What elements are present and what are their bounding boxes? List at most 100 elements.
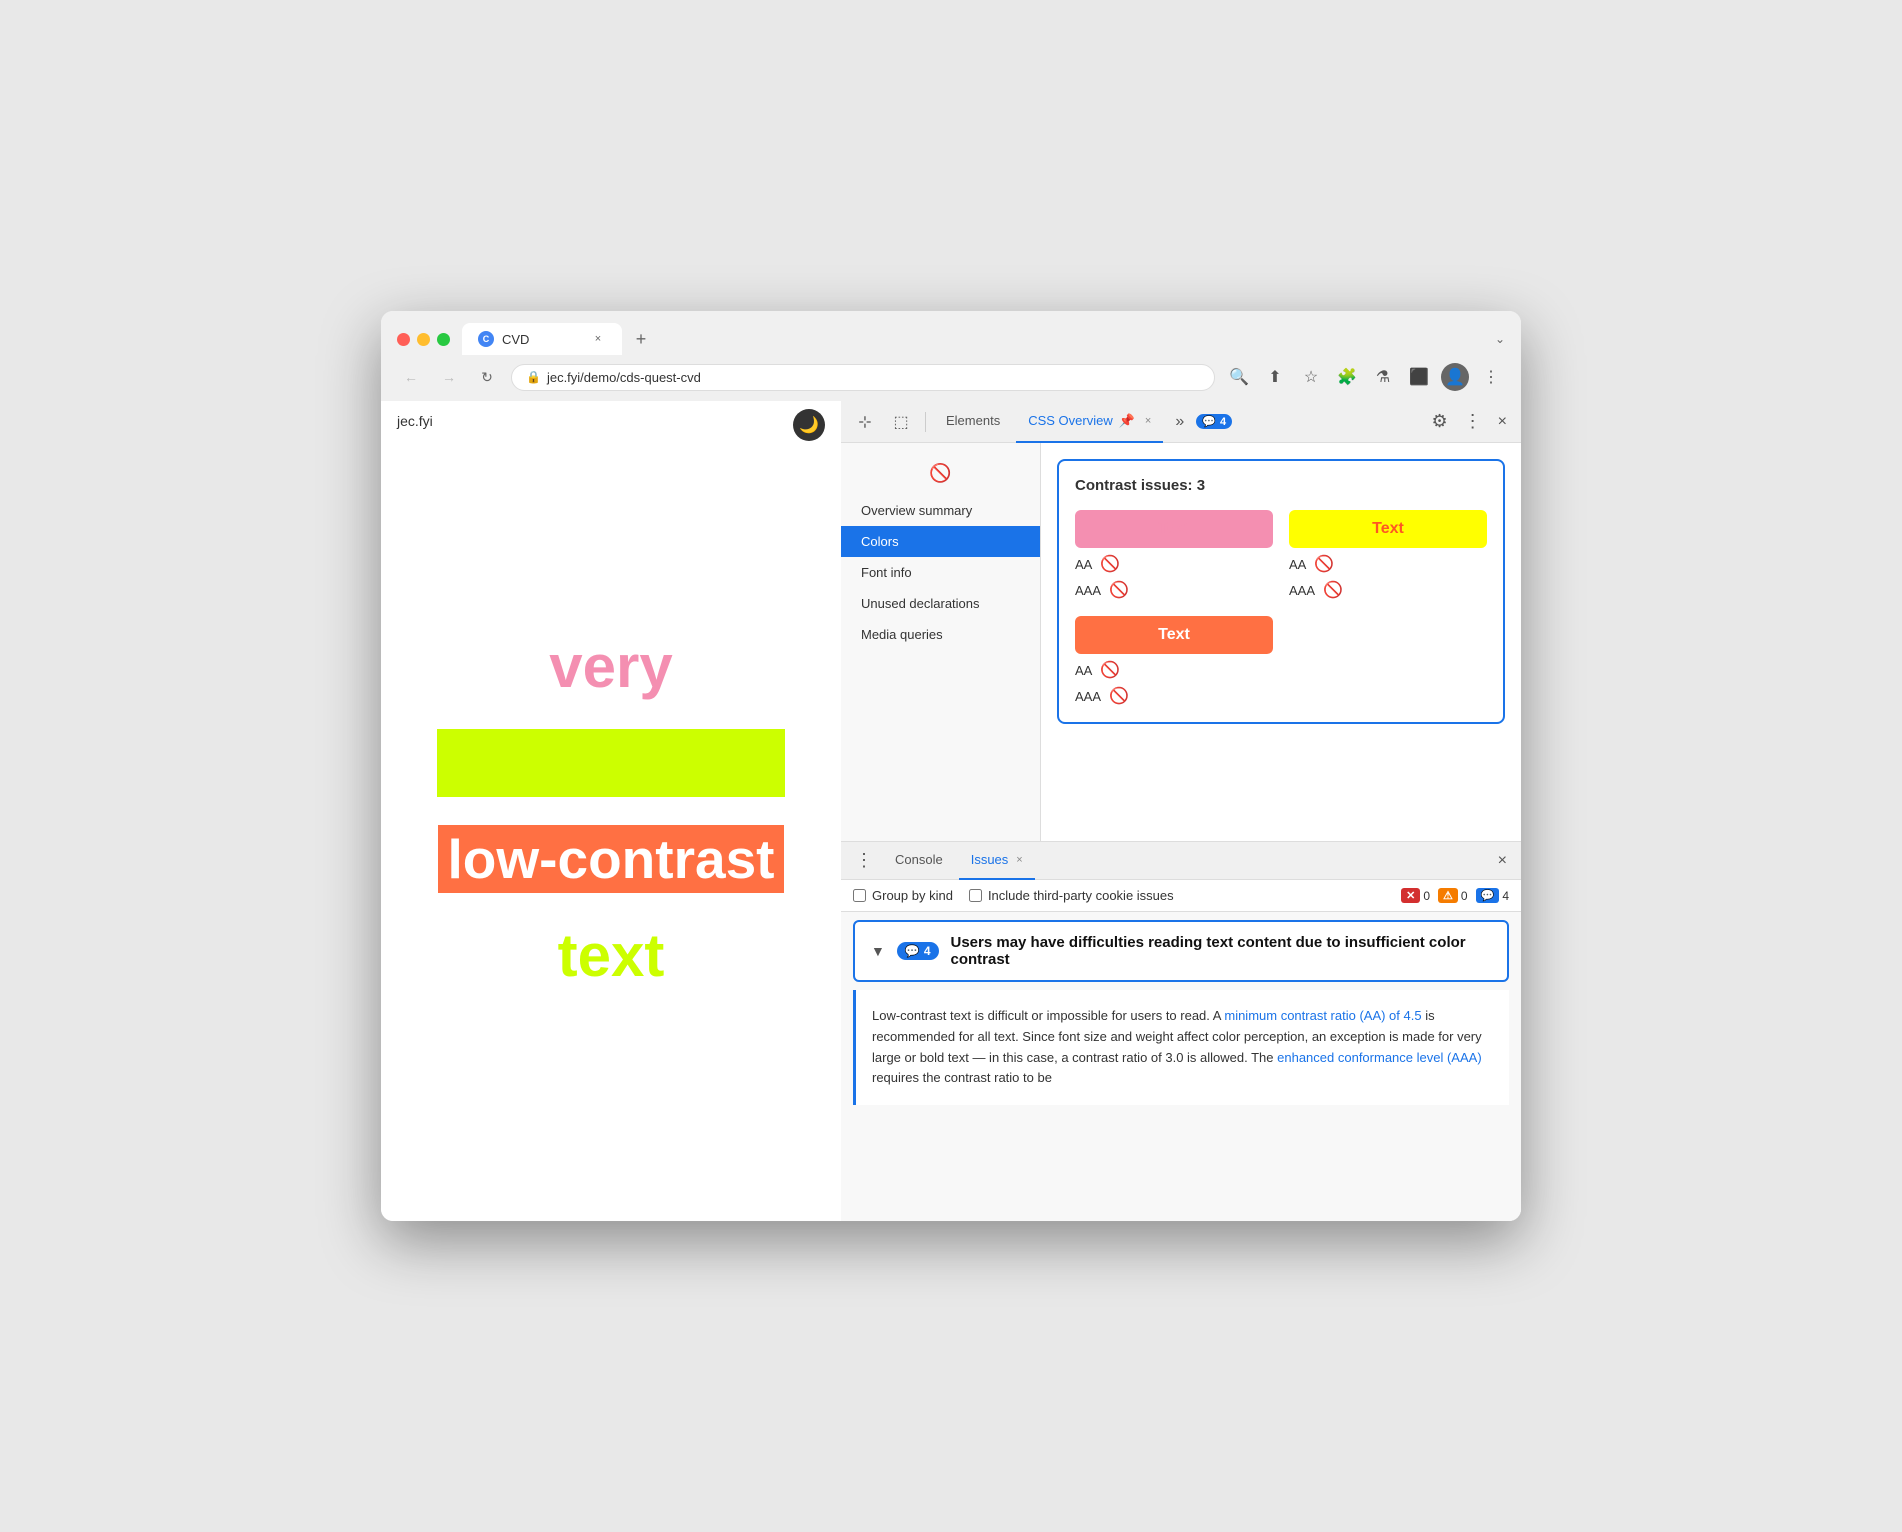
issues-counts: ✕ 0 ⚠ 0 💬 4 [1401,888,1509,903]
contrast-aa-row-orange: AA 🚫 [1075,660,1273,680]
aa-fail-icon-yellow: 🚫 [1314,554,1334,574]
dark-mode-button[interactable]: 🌙 [793,409,825,441]
title-bar: C CVD × + ⌄ [381,311,1521,355]
warning-badge-icon: ⚠ [1438,888,1458,903]
warning-count-badge: ⚠ 0 [1438,888,1468,903]
bottom-panel-close[interactable]: × [1492,852,1513,870]
bottom-toolbar: ⋮ Console Issues × × [841,842,1521,880]
devtools-toolbar: ⊹ ⬚ Elements CSS Overview 📌 × » 💬 4 ⚙ ⋮ [841,401,1521,443]
include-third-party-checkbox[interactable] [969,889,982,902]
browser-tab-cvd[interactable]: C CVD × [462,323,622,355]
contrast-button-orange[interactable]: Text [1075,616,1273,654]
devtools-panel: ⊹ ⬚ Elements CSS Overview 📌 × » 💬 4 ⚙ ⋮ [841,401,1521,1221]
devtools-close-button[interactable]: × [1492,413,1513,431]
sidebar-item-overview-summary[interactable]: Overview summary [841,495,1040,526]
demo-text-text: text [558,921,665,990]
demo-text-very: very [549,632,672,701]
devtools-settings-button[interactable]: ⚙ [1426,411,1454,432]
contrast-aaa-row-yellow: AAA 🚫 [1289,580,1487,600]
issues-filter-toolbar: Group by kind Include third-party cookie… [841,880,1521,912]
address-bar: ← → ↻ 🔒 jec.fyi/demo/cds-quest-cvd 🔍 ⬆ ☆… [381,355,1521,401]
refresh-button[interactable]: ↻ [473,363,501,391]
css-overview-close-button[interactable]: × [1145,415,1151,427]
devtools-more-button[interactable]: ⋮ [1458,411,1488,432]
issue-badge-count: 4 [924,944,931,958]
sidebar-item-colors[interactable]: Colors [841,526,1040,557]
tab-css-overview[interactable]: CSS Overview 📌 × [1016,401,1163,443]
contrast-item-pink: Text AA 🚫 AAA 🚫 [1075,510,1273,600]
extensions-button[interactable]: 🧩 [1333,363,1361,391]
tab-close-button[interactable]: × [590,331,606,347]
menu-button[interactable]: ⋮ [1477,363,1505,391]
aa-contrast-link[interactable]: minimum contrast ratio (AA) of 4.5 [1224,1008,1421,1023]
tab-favicon: C [478,331,494,347]
maximize-traffic-light[interactable] [437,333,450,346]
forward-button[interactable]: → [435,363,463,391]
split-view-button[interactable]: ⬛ [1405,363,1433,391]
group-by-kind-label[interactable]: Group by kind [853,888,953,903]
issue-card-header[interactable]: ▼ 💬 4 Users may have difficulties readin… [853,920,1509,982]
labs-button[interactable]: ⚗ [1369,363,1397,391]
demo-text-lowcontrast: low-contrast [438,825,785,893]
issue-body: Low-contrast text is difficult or imposs… [853,990,1509,1105]
aa-fail-icon-orange: 🚫 [1100,660,1120,680]
contrast-aa-row-pink: AA 🚫 [1075,554,1273,574]
share-button[interactable]: ⬆ [1261,363,1289,391]
tab-elements[interactable]: Elements [934,401,1012,443]
contrast-aaa-row-pink: AAA 🚫 [1075,580,1273,600]
profile-button[interactable]: 👤 [1441,363,1469,391]
sidebar-item-unused-declarations[interactable]: Unused declarations [841,588,1040,619]
aaa-fail-icon-yellow: 🚫 [1323,580,1343,600]
webpage-area: jec.fyi 🌙 very inaccessible low-contrast… [381,401,841,1221]
contrast-item-yellow: Text AA 🚫 AAA 🚫 [1289,510,1487,600]
group-by-kind-checkbox[interactable] [853,889,866,902]
bottom-more-button[interactable]: ⋮ [849,850,879,871]
tab-bar: C CVD × + ⌄ [462,323,1505,355]
info-badge-icon: 💬 [1476,888,1500,903]
address-actions: 🔍 ⬆ ☆ 🧩 ⚗ ⬛ 👤 ⋮ [1225,363,1505,391]
contrast-item-orange: Text AA 🚫 AAA 🚫 [1075,616,1273,706]
aaa-contrast-link[interactable]: enhanced conformance level (AAA) [1277,1050,1482,1065]
contrast-button-yellow[interactable]: Text [1289,510,1487,548]
issues-badge-icon: 💬 [1202,415,1216,428]
error-badge-icon: ✕ [1401,888,1420,903]
contrast-issues-panel: Contrast issues: 3 Text AA 🚫 [1057,459,1505,724]
tab-console[interactable]: Console [883,842,955,880]
aaa-fail-icon-pink: 🚫 [1109,580,1129,600]
back-button[interactable]: ← [397,363,425,391]
traffic-lights [397,333,450,346]
inspect-element-button[interactable]: ⊹ [849,406,881,438]
title-bar-top: C CVD × + ⌄ [397,323,1505,355]
include-third-party-label[interactable]: Include third-party cookie issues [969,888,1174,903]
tab-issues[interactable]: Issues × [959,842,1035,880]
contrast-grid: Text AA 🚫 AAA 🚫 [1075,510,1487,706]
sidebar-item-font-info[interactable]: Font info [841,557,1040,588]
bookmark-button[interactable]: ☆ [1297,363,1325,391]
minimize-traffic-light[interactable] [417,333,430,346]
contrast-button-pink[interactable]: Text [1075,510,1273,548]
issue-title: Users may have difficulties reading text… [951,934,1492,968]
device-mode-button[interactable]: ⬚ [885,406,917,438]
contrast-aa-row-yellow: AA 🚫 [1289,554,1487,574]
close-traffic-light[interactable] [397,333,410,346]
tab-chevron-icon[interactable]: ⌄ [1495,332,1505,346]
css-overview-main: Contrast issues: 3 Text AA 🚫 [1041,443,1521,841]
browser-window: C CVD × + ⌄ ← → ↻ 🔒 jec.fyi/demo/cds-que… [381,311,1521,1221]
issues-list: ▼ 💬 4 Users may have difficulties readin… [841,912,1521,1221]
issues-badge-count: 4 [1220,416,1226,428]
devtools-body: 🚫 Overview summary Colors Font info Unus… [841,443,1521,841]
address-input[interactable]: 🔒 jec.fyi/demo/cds-quest-cvd [511,364,1215,391]
css-overview-sidebar: 🚫 Overview summary Colors Font info Unus… [841,443,1041,841]
issues-badge[interactable]: 💬 4 [1196,414,1232,429]
new-tab-button[interactable]: + [626,324,656,354]
issue-expand-chevron[interactable]: ▼ [871,943,885,959]
issue-icon-badge: 💬 4 [897,942,939,960]
address-text: jec.fyi/demo/cds-quest-cvd [547,370,701,385]
toolbar-separator [925,412,926,432]
sidebar-item-media-queries[interactable]: Media queries [841,619,1040,650]
tab-title: CVD [502,332,529,347]
css-sidebar-no-icon: 🚫 [927,459,955,487]
issues-tab-close[interactable]: × [1016,854,1022,866]
search-button[interactable]: 🔍 [1225,363,1253,391]
more-tabs-button[interactable]: » [1167,413,1192,431]
